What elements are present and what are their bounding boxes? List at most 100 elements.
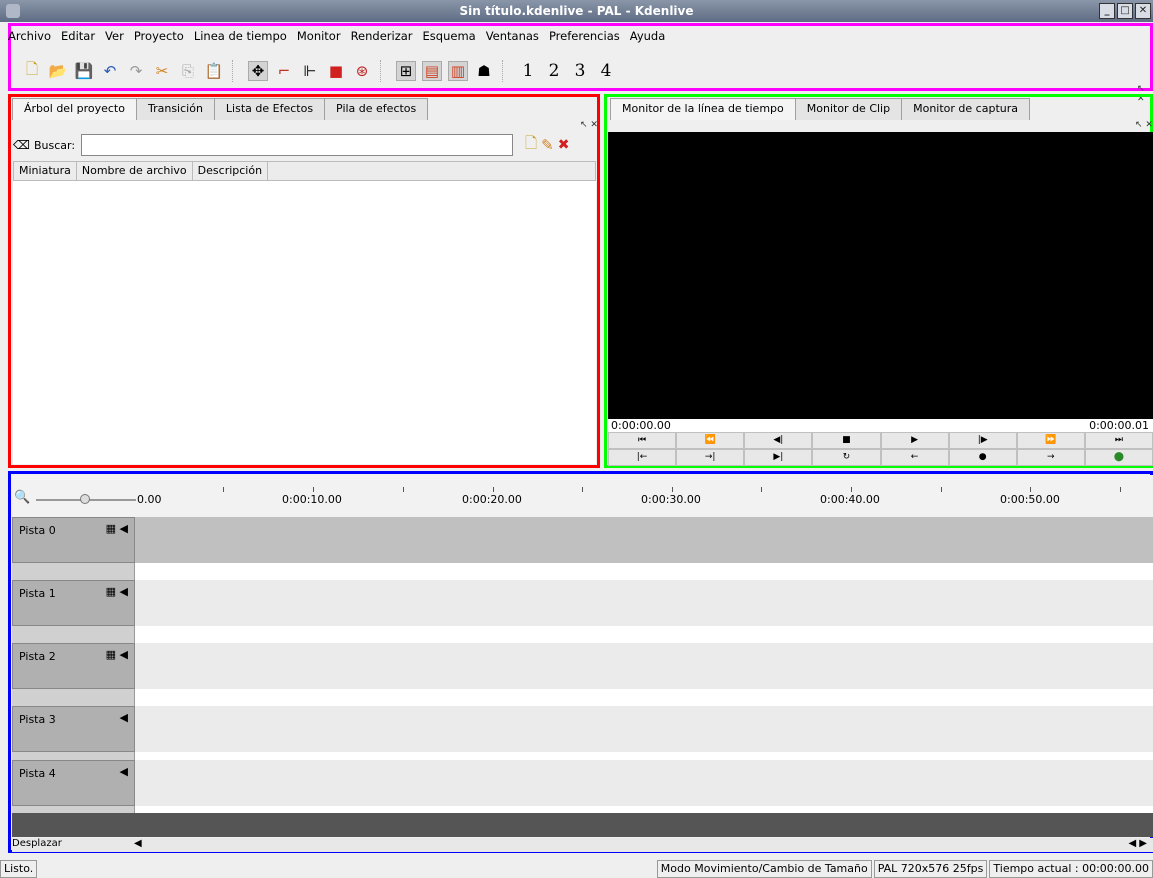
menu-proyecto[interactable]: Proyecto: [134, 27, 184, 45]
tab-transicion[interactable]: Transición: [135, 98, 215, 120]
track-area[interactable]: [135, 517, 1153, 563]
timeline-ruler[interactable]: 0.00 0:00:10.00 0:00:20.00 0:00:30.00 0:…: [12, 475, 1153, 517]
paste-icon[interactable]: 📋: [204, 61, 224, 81]
open-folder-icon[interactable]: 📂: [48, 61, 68, 81]
effect-icon[interactable]: ☗: [474, 61, 494, 81]
menu-ver[interactable]: Ver: [105, 27, 124, 45]
track-header[interactable]: Pista 1 ▦ ◀: [12, 580, 135, 626]
track-header-lower: [12, 626, 135, 644]
razor-tool-icon[interactable]: ⌐: [274, 61, 294, 81]
video-audio-icon[interactable]: ▦ ◀: [106, 522, 128, 535]
close-icon[interactable]: ✕: [1135, 3, 1151, 19]
track-area-lower[interactable]: [135, 689, 1153, 707]
new-file-icon[interactable]: 🗋: [22, 60, 42, 81]
project-list[interactable]: [13, 181, 596, 464]
save-icon[interactable]: 💾: [74, 61, 94, 81]
go-to-start-icon[interactable]: ⏮: [608, 432, 677, 449]
copy-icon[interactable]: ⎘: [178, 61, 198, 81]
track-header[interactable]: Pista 3 ◀: [12, 706, 135, 752]
ruler-icon[interactable]: ⊞: [396, 61, 416, 81]
redo-icon[interactable]: ↷: [126, 61, 146, 81]
menu-editar[interactable]: Editar: [61, 27, 95, 45]
previous-marker-icon[interactable]: ←: [880, 449, 949, 466]
column-miniatura[interactable]: Miniatura: [14, 162, 77, 180]
scale-label-40: 0:00:40.00: [820, 493, 880, 506]
monitor-ruler[interactable]: 0:00:00.00 0:00:00.01: [608, 419, 1153, 433]
track-header[interactable]: Pista 4 ◀: [12, 760, 135, 806]
ruler-tick: [851, 487, 852, 492]
zoom-slider-handle[interactable]: [80, 494, 90, 504]
menu-monitor[interactable]: Monitor: [297, 27, 341, 45]
audio-icon[interactable]: ◀: [120, 711, 128, 724]
tab-pila-de-efectos[interactable]: Pila de efectos: [324, 98, 429, 120]
track-area[interactable]: [135, 760, 1153, 806]
tab-monitor-linea-de-tiempo[interactable]: Monitor de la línea de tiempo: [610, 98, 796, 120]
monitor-time-end: 0:00:00.01: [1089, 419, 1149, 432]
timeline-horizontal-scrollbar[interactable]: Desplazar ◀ ◀ ▶: [12, 838, 1153, 852]
menu-linea-de-tiempo[interactable]: Linea de tiempo: [194, 27, 287, 45]
menu-archivo[interactable]: Archivo: [8, 27, 51, 45]
search-input[interactable]: [81, 134, 514, 156]
loop-icon[interactable]: ↻: [812, 449, 881, 466]
zoom-icon[interactable]: 🔍: [14, 490, 30, 505]
video-audio-icon[interactable]: ▦ ◀: [106, 648, 128, 661]
minimize-icon[interactable]: _: [1099, 3, 1115, 19]
fast-forward-icon[interactable]: ⏩: [1016, 432, 1085, 449]
video-audio-icon[interactable]: ▦ ◀: [106, 585, 128, 598]
track-header[interactable]: Pista 0 ▦ ◀: [12, 517, 135, 563]
menu-preferencias[interactable]: Preferencias: [549, 27, 620, 45]
snap-icon[interactable]: ⊛: [352, 61, 372, 81]
track-layout-2-icon[interactable]: ▥: [448, 61, 468, 81]
track-area-lower[interactable]: [135, 626, 1153, 644]
maximize-icon[interactable]: □: [1117, 3, 1133, 19]
menu-ayuda[interactable]: Ayuda: [630, 27, 666, 45]
audio-icon[interactable]: ◀: [120, 765, 128, 778]
play-icon[interactable]: ▶: [880, 432, 949, 449]
frame-back-icon[interactable]: ◀|: [744, 432, 813, 449]
clear-search-icon[interactable]: ⌫: [13, 138, 30, 152]
ruler-tick: [761, 487, 762, 492]
tab-arbol-del-proyecto[interactable]: Árbol del proyecto: [12, 98, 137, 120]
scroll-left-icon[interactable]: ◀: [134, 838, 142, 849]
rewind-icon[interactable]: ⏪: [676, 432, 745, 449]
edit-clip-icon[interactable]: ✎: [541, 136, 554, 154]
menu-esquema[interactable]: Esquema: [423, 27, 476, 45]
video-monitor[interactable]: [608, 132, 1153, 419]
undo-icon[interactable]: ↶: [100, 61, 120, 81]
tab-monitor-de-captura[interactable]: Monitor de captura: [901, 98, 1030, 120]
set-in-point-icon[interactable]: →|: [676, 449, 745, 466]
frame-forward-icon[interactable]: |▶: [948, 432, 1017, 449]
menu-ventanas[interactable]: Ventanas: [486, 27, 539, 45]
project-dock-controls[interactable]: ↖ ✕: [580, 120, 598, 130]
cut-icon[interactable]: ✂: [152, 61, 172, 81]
set-out-point-icon[interactable]: →: [1016, 449, 1085, 466]
layout-2-button[interactable]: 2: [544, 61, 564, 81]
column-nombre-de-archivo[interactable]: Nombre de archivo: [77, 162, 193, 180]
add-clip-icon[interactable]: 🗋: [525, 133, 537, 158]
go-to-end-icon[interactable]: ⏭: [1084, 432, 1153, 449]
spacer-tool-icon[interactable]: ⊩: [300, 61, 320, 81]
stop-icon[interactable]: ■: [812, 432, 881, 449]
delete-clip-icon[interactable]: ✖: [558, 137, 570, 153]
record-icon[interactable]: ⬤: [1084, 449, 1153, 466]
track-area[interactable]: [135, 643, 1153, 689]
layout-4-button[interactable]: 4: [596, 61, 616, 81]
layout-3-button[interactable]: 3: [570, 61, 590, 81]
tab-monitor-de-clip[interactable]: Monitor de Clip: [794, 98, 903, 120]
track-area[interactable]: [135, 706, 1153, 752]
marker-icon[interactable]: ■: [326, 61, 346, 81]
next-edit-icon[interactable]: ▶|: [744, 449, 813, 466]
track-area-lower[interactable]: [135, 563, 1153, 581]
column-descripcion[interactable]: Descripción: [193, 162, 269, 180]
monitor-dock-controls[interactable]: ↖ ✕: [1135, 120, 1153, 130]
layout-1-button[interactable]: 1: [518, 61, 538, 81]
add-marker-icon[interactable]: ●: [948, 449, 1017, 466]
tab-lista-de-efectos[interactable]: Lista de Efectos: [213, 98, 326, 120]
track-area[interactable]: [135, 580, 1153, 626]
track-header[interactable]: Pista 2 ▦ ◀: [12, 643, 135, 689]
previous-edit-icon[interactable]: |←: [608, 449, 677, 466]
track-layout-icon[interactable]: ▤: [422, 61, 442, 81]
menu-renderizar[interactable]: Renderizar: [351, 27, 413, 45]
move-tool-icon[interactable]: ✥: [248, 61, 268, 81]
scroll-right-icon[interactable]: ◀ ▶: [1128, 838, 1147, 849]
